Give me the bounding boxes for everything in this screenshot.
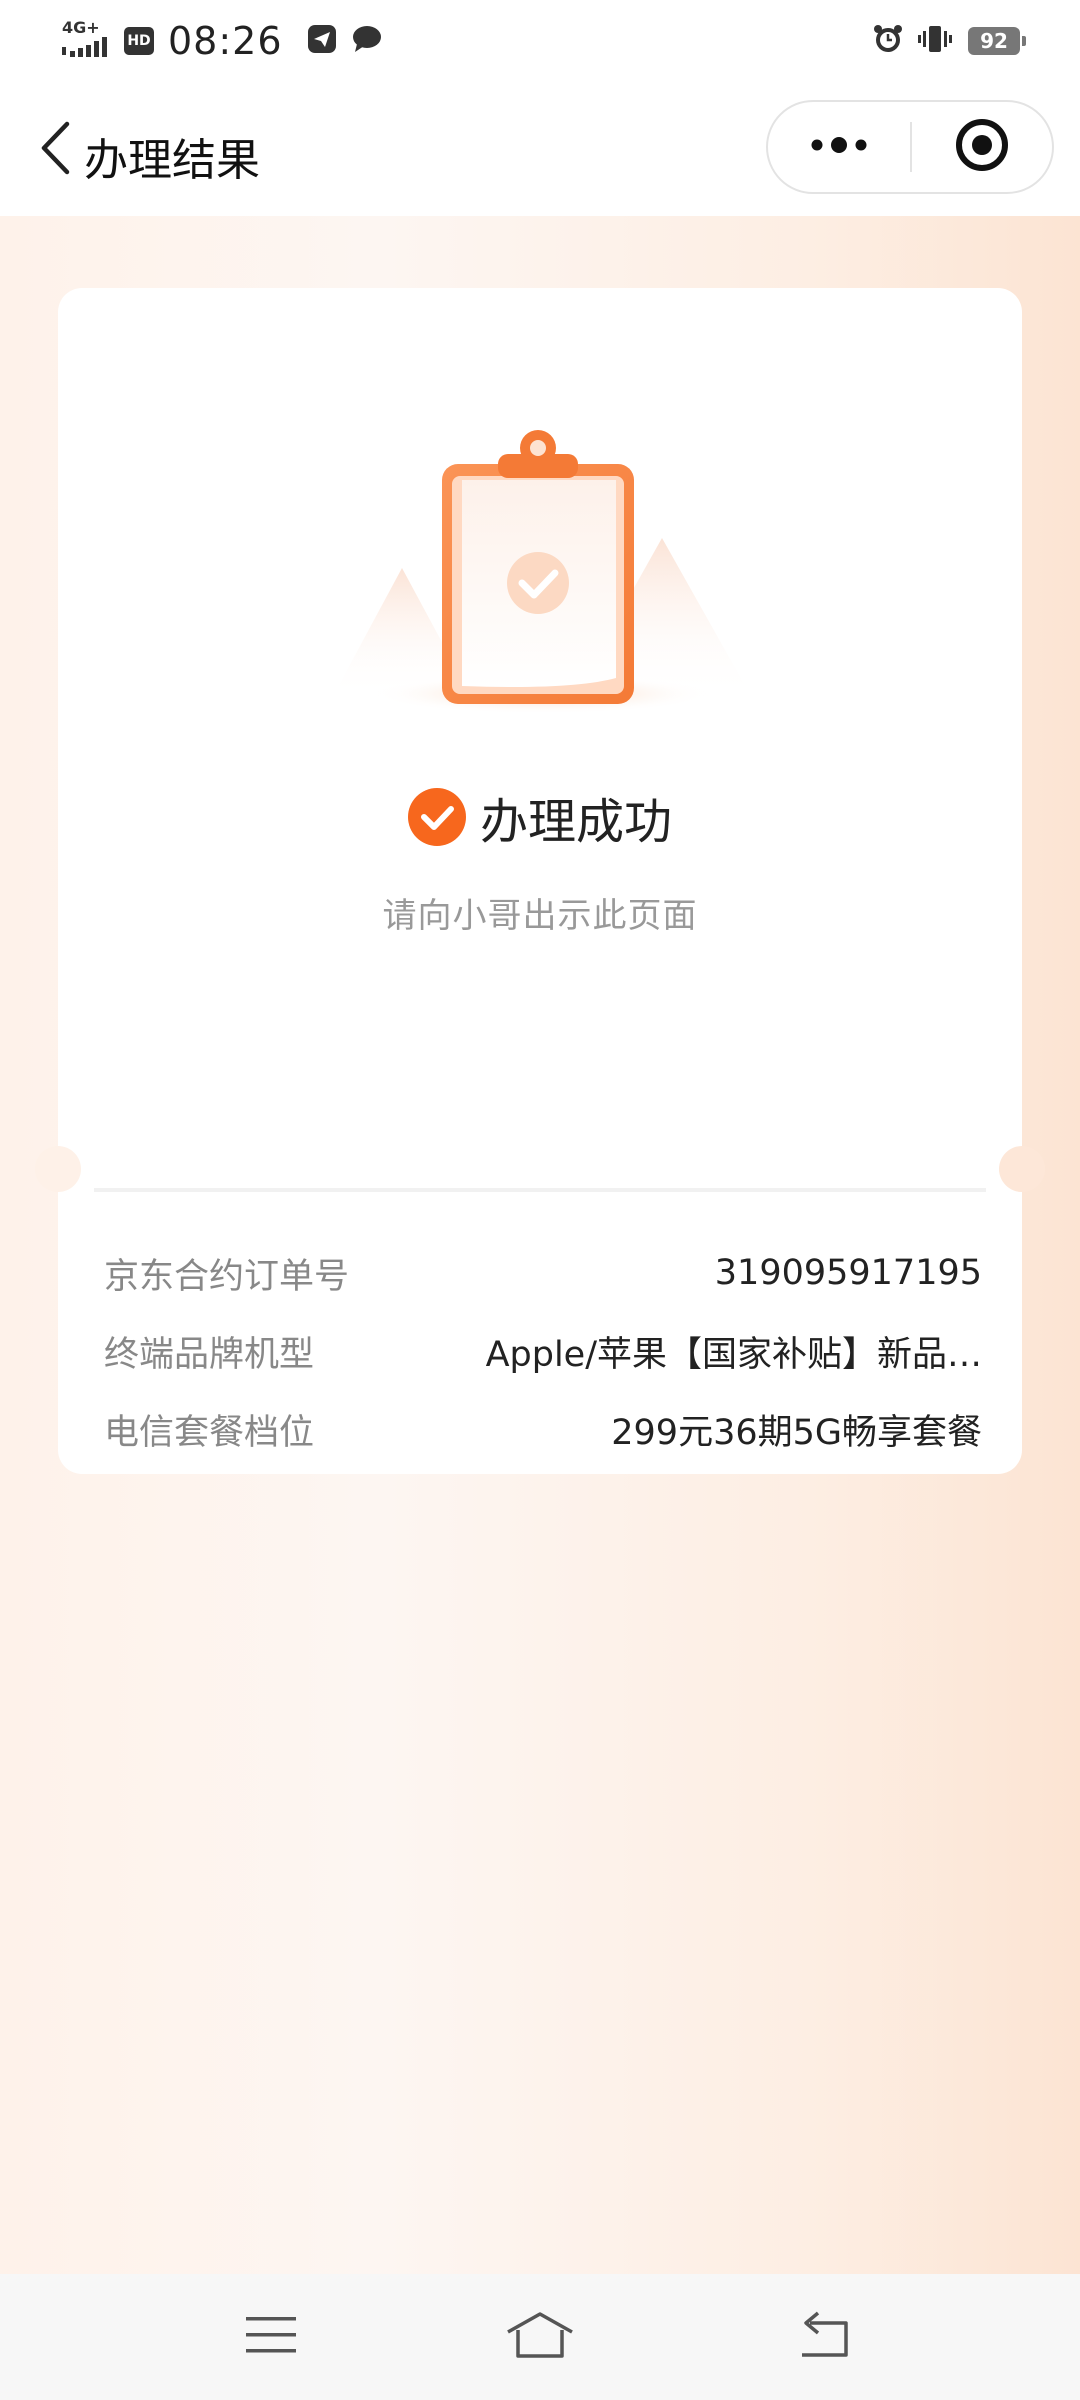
ticket-notch-right — [999, 1146, 1045, 1192]
result-card: 办理成功 请向小哥出示此页面 京东合约订单号 319095917195 终端品牌… — [35, 288, 1045, 1474]
status-bar-right: 92 — [872, 18, 1026, 64]
back-button[interactable] — [30, 120, 80, 180]
target-circle-icon — [954, 117, 1010, 177]
home-icon — [504, 2310, 576, 2364]
battery-level: 92 — [980, 29, 1008, 53]
detail-value: 319095917195 — [714, 1253, 982, 1293]
status-row: 办理成功 — [58, 782, 1022, 852]
status-bar: 4G+ HD 08:26 92 — [0, 0, 1080, 82]
ticket-notch-left — [35, 1146, 81, 1192]
check-circle-icon — [407, 788, 466, 846]
signal-icon: 4G+ — [60, 18, 110, 61]
menu-icon — [244, 2313, 298, 2361]
home-button[interactable] — [500, 2304, 580, 2370]
more-dots-icon — [809, 135, 869, 159]
detail-label: 终端品牌机型 — [104, 1334, 315, 1375]
battery-icon: 92 — [968, 27, 1026, 55]
detail-row-device-model: 终端品牌机型 Apple/苹果【国家补贴】新品… — [104, 1312, 982, 1390]
order-details: 京东合约订单号 319095917195 终端品牌机型 Apple/苹果【国家补… — [104, 1234, 982, 1468]
page-content: 办理成功 请向小哥出示此页面 京东合约订单号 319095917195 终端品牌… — [0, 216, 1080, 2274]
telegram-icon — [307, 24, 337, 58]
detail-value: 299元36期5G畅享套餐 — [611, 1412, 982, 1453]
nav-bar: 办理结果 — [0, 82, 1080, 216]
status-time: 08:26 — [168, 19, 283, 63]
detail-label: 电信套餐档位 — [104, 1412, 315, 1453]
system-nav-bar — [0, 2274, 1080, 2400]
hd-badge: HD — [124, 27, 154, 55]
chevron-left-icon — [39, 121, 71, 179]
detail-row-order-number: 京东合约订单号 319095917195 — [104, 1234, 982, 1312]
detail-value: Apple/苹果【国家补贴】新品… — [485, 1334, 982, 1375]
more-button[interactable] — [768, 102, 910, 192]
page-title: 办理结果 — [84, 135, 260, 186]
card-divider — [94, 1188, 986, 1192]
back-icon — [796, 2311, 852, 2363]
status-bar-left: 4G+ HD 08:26 — [60, 18, 397, 64]
vibrate-icon — [918, 23, 952, 59]
alarm-icon — [872, 23, 904, 59]
close-button[interactable] — [912, 102, 1052, 192]
status-subtitle: 请向小哥出示此页面 — [382, 896, 698, 936]
back-system-button[interactable] — [784, 2304, 864, 2370]
detail-row-plan: 电信套餐档位 299元36期5G畅享套餐 — [104, 1390, 982, 1468]
clipboard-check-icon — [322, 418, 762, 718]
menu-button[interactable] — [231, 2304, 311, 2370]
chat-bubble-icon — [351, 24, 383, 58]
mini-program-capsule — [766, 100, 1054, 194]
status-title: 办理成功 — [479, 794, 672, 850]
detail-label: 京东合约订单号 — [104, 1256, 350, 1297]
